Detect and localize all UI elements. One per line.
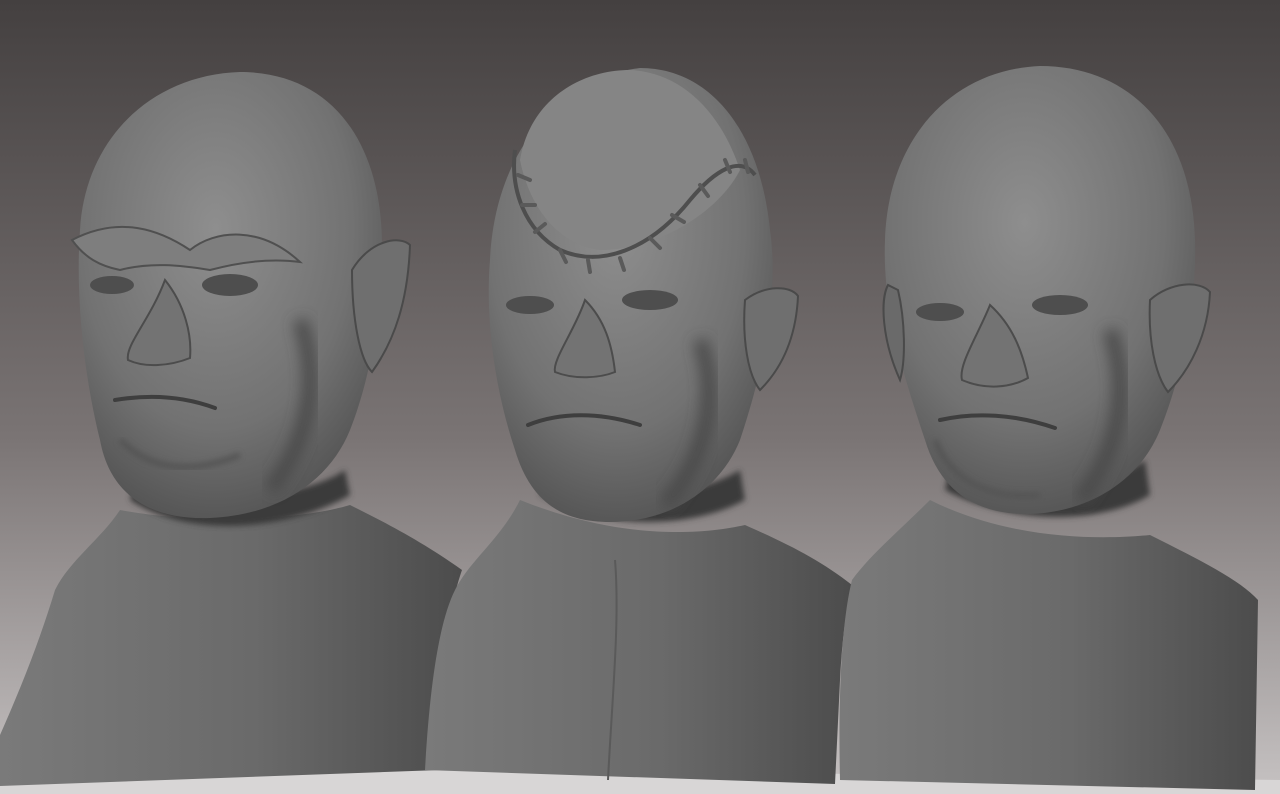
right-bust-eye-right <box>1032 295 1088 315</box>
render-canvas <box>0 0 1280 794</box>
right-bust-eye-left <box>916 303 964 321</box>
render-viewport <box>0 0 1280 794</box>
center-bust-eye-right <box>622 290 678 310</box>
left-bust-eye-right <box>202 274 258 296</box>
left-bust-eye-left <box>90 276 134 294</box>
center-bust-eye-left <box>506 296 554 314</box>
right-bust-head <box>884 66 1196 515</box>
